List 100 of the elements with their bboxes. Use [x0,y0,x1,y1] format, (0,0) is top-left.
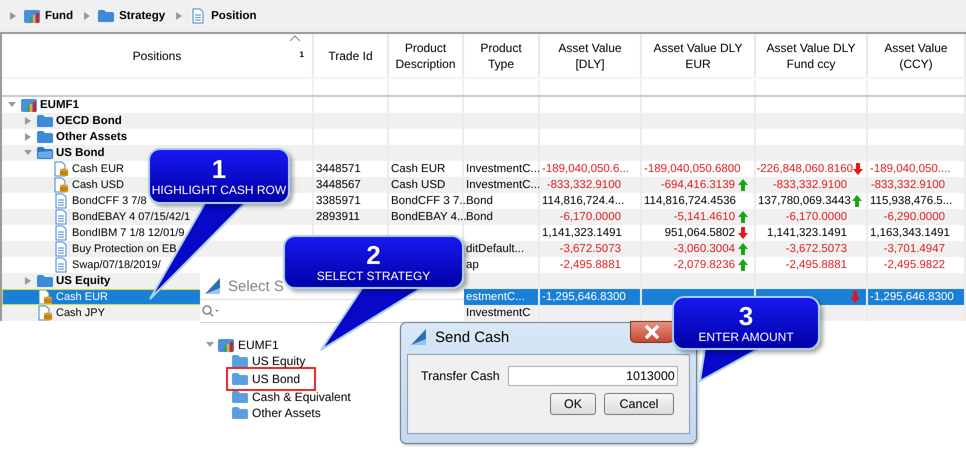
table-row[interactable]: BondEBAY 4 07/15/42/1 2893911 BondEBAY 4...Bond -6,170.0000 -5,141.4610 -6,170.0000 -6,290.0000 [2,209,966,225]
folder-icon [37,113,53,129]
coins-document-icon [37,289,53,305]
tree-node-label: Buy Protection on EB [72,242,177,257]
dialog-button[interactable]: OK [550,393,596,415]
column-header[interactable]: Asset Value DLY EUR [642,34,756,77]
coins-document-icon [53,161,69,177]
table-cell-text: -3,701.4947 [884,242,945,257]
column-header[interactable]: Product Type [464,34,540,77]
table-cell-text: ditDefault... [466,242,524,257]
table-cell-text: -694,416.3139 [660,178,735,193]
folder-icon [232,405,248,421]
chevron-right-icon [10,12,16,20]
coins-document-icon [53,177,69,193]
document-icon [53,257,69,273]
tree-node-label: US Equity [56,274,110,289]
table-cell-text: Cash EUR [391,162,446,177]
tree-item-label: US Equity [252,354,306,368]
tree-node-label: BondEBAY 4 07/15/42/1 [72,210,190,225]
table-cell-text: 1,141,323.1491 [767,226,847,241]
folder-icon [232,389,248,405]
table-cell-text: 2893911 [316,210,360,225]
table-cell-text: estmentC... [466,290,525,305]
table-cell-text: BondEBAY 4... [391,210,467,225]
table-cell-text: -2,495.9822 [884,258,945,273]
table-cell-text: 3385971 [316,194,361,209]
table-cell-text: -833,332.9100 [870,178,945,193]
expand-arrow-icon[interactable] [25,133,31,141]
table-cell-text: ap [466,258,479,273]
dialog-button[interactable]: Cancel [604,393,674,415]
document-icon [53,209,69,225]
expand-arrow-icon[interactable] [25,117,31,125]
column-header[interactable]: Asset Value DLY Fund ccy [756,34,868,77]
breadcrumb-item[interactable]: Strategy [119,10,166,22]
search-icon[interactable] [202,305,220,317]
table-cell-text: -6,170.0000 [560,210,621,225]
document-icon [53,241,69,257]
table-cell-text: Cash USD [391,178,446,193]
table-cell-text: 114,816,724.4536 [644,194,736,209]
tree-item[interactable]: US Equity [206,353,306,369]
table-cell-text: 1,163,343.1491 [870,226,950,241]
table-cell-text: -189,040,050.6800 [644,162,741,177]
folder-icon [98,8,114,24]
chevron-right-icon [84,12,90,20]
tree-node-label: Swap/07/18/2019/ [72,258,161,273]
table-cell-text: InvestmentC... [466,162,540,177]
tree-item[interactable]: EUMF1 [238,338,279,352]
dialog-title: Send Cash [435,328,510,346]
table-cell-text: 3448571 [316,162,361,177]
tree-node-label: US Bond [56,146,105,161]
table-cell-text: -189,040,050.... [870,162,951,177]
table-cell-text: -6,170.0000 [786,210,847,225]
table-cell-text: 137,780,069.3443 [758,194,851,209]
column-header[interactable]: Product Description [389,34,464,77]
folder-icon [232,353,248,369]
table-cell-text: -189,040,050.6... [542,162,629,177]
amount-field[interactable]: 1013000 [508,366,678,386]
coins-document-icon [37,305,53,321]
chevron-right-icon [176,12,182,20]
column-header[interactable]: Asset Value (CCY) [868,34,966,77]
folder-icon [37,273,53,289]
table-cell-text: Bond [466,194,493,209]
table-cell-text: 3448567 [316,178,361,193]
breadcrumb-item[interactable]: Fund [45,10,74,22]
tree-node-label: BondCFF 3 7/8 [72,194,147,209]
folder-icon [232,371,248,387]
table-row[interactable]: OECD Bond [2,113,966,129]
collapse-arrow-icon[interactable] [24,150,32,156]
tree-item[interactable]: Cash & Equivalent [206,389,351,405]
column-header[interactable]: Asset Value [DLY] [540,34,642,77]
app-logo-icon [409,327,429,347]
table-cell-text: 115,938,476.5... [870,194,952,209]
close-button[interactable] [630,321,674,343]
tree-item-label: Cash & Equivalent [252,390,351,404]
field-label: Transfer Cash [421,369,500,383]
table-cell-text: 1,141,323.1491 [542,226,622,241]
table-cell-text: -833,332.9100 [772,178,847,193]
table-cell-text: -5,141.4610 [674,210,735,225]
table-cell-text: InvestmentC [466,306,531,321]
tree-item[interactable]: Other Assets [206,405,321,421]
expand-arrow-icon[interactable] [25,277,31,285]
chart-folder-icon [21,97,37,113]
chart-folder-icon [24,8,40,24]
tree-node-label: Other Assets [56,130,128,145]
collapse-arrow-icon[interactable] [8,102,16,108]
column-header[interactable]: Trade Id [314,34,389,77]
breadcrumb-item[interactable]: Position [211,10,257,22]
column-header[interactable]: Positions 1 [2,34,314,77]
folder-icon [37,129,53,145]
tree-item-label: US Bond [252,372,300,386]
table-cell-text: -3,060.3004 [674,242,735,257]
table-cell-text: -833,332.9100 [546,178,621,193]
collapse-arrow-icon[interactable] [206,341,214,349]
table-cell-text: InvestmentC... [466,178,540,193]
callout-caption: ENTER AMOUNT [698,330,794,344]
document-icon [190,8,206,24]
tree-item[interactable]: US Bond [226,367,316,391]
app-logo-icon [203,276,223,296]
sort-rank: 1 [300,49,304,61]
chart-folder-icon [218,337,234,353]
